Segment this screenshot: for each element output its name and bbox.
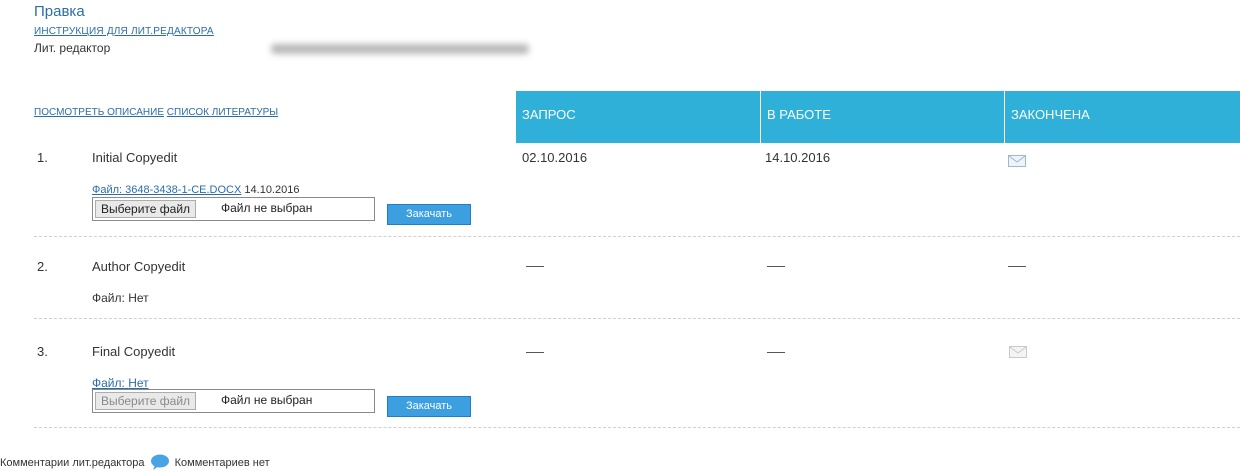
comments-value: Комментариев нет [174, 457, 270, 469]
row-divider [34, 318, 1240, 319]
file-link[interactable]: Файл: 3648-3438-1-CE.DOCX [92, 184, 241, 196]
file-picker[interactable]: Выберите файл Файл не выбран [92, 389, 375, 413]
editor-label: Лит. редактор [34, 41, 111, 55]
envelope-icon[interactable] [1009, 346, 1027, 358]
upload-button[interactable]: Закачать [387, 204, 471, 225]
comments-row: Комментарии лит.редактора Комментариев н… [0, 454, 270, 471]
in-progress-empty-dash [767, 352, 785, 353]
choose-file-button[interactable]: Выберите файл [95, 200, 197, 218]
file-none: Нет [128, 291, 149, 305]
file-link: Файл: Нет [92, 376, 149, 390]
row-number: 1. [37, 150, 48, 165]
upload-button[interactable]: Закачать [387, 396, 471, 417]
comment-bubble-icon[interactable] [150, 454, 170, 471]
row-divider [34, 236, 1240, 237]
editor-name-redacted [271, 42, 529, 55]
view-description-link[interactable]: ПОСМОТРЕТЬ ОПИСАНИЕ [34, 107, 164, 118]
row-title: Final Copyedit [92, 344, 176, 359]
column-header-request: ЗАПРОС [522, 107, 576, 122]
row-number: 2. [37, 259, 48, 274]
request-empty-dash [526, 352, 544, 353]
comments-label: Комментарии лит.редактора [0, 457, 145, 469]
envelope-icon[interactable] [1008, 155, 1026, 167]
row-title: Author Copyedit [92, 259, 186, 274]
section-title: Правка [34, 3, 85, 20]
description-links: ПОСМОТРЕТЬ ОПИСАНИЕ СПИСОК ЛИТЕРАТУРЫ [34, 107, 278, 118]
file-picker[interactable]: Выберите файл Файл не выбран [92, 197, 375, 221]
column-header-in-progress: В РАБОТЕ [760, 91, 1004, 143]
request-empty-dash [526, 266, 544, 267]
file-info: Файл: Нет [92, 376, 149, 390]
file-label: Файл: [92, 291, 125, 305]
references-link[interactable]: СПИСОК ЛИТЕРАТУРЫ [167, 107, 278, 118]
request-date: 02.10.2016 [522, 150, 588, 165]
completed-empty-dash [1008, 266, 1026, 267]
no-file-text: Файл не выбран [221, 393, 313, 407]
column-header-completed: ЗАКОНЧЕНА [1004, 91, 1240, 143]
table-header: ЗАПРОС В РАБОТЕ ЗАКОНЧЕНА [516, 91, 1240, 143]
file-date: 14.10.2016 [244, 184, 300, 196]
row-number: 3. [37, 344, 48, 359]
in-progress-empty-dash [767, 266, 785, 267]
instructions-link[interactable]: ИНСТРУКЦИЯ ДЛЯ ЛИТ.РЕДАКТОРА [34, 26, 214, 37]
in-progress-date: 14.10.2016 [765, 150, 831, 165]
row-divider [34, 427, 1240, 428]
no-file-text: Файл не выбран [221, 201, 313, 215]
choose-file-button[interactable]: Выберите файл [95, 392, 197, 410]
file-info: Файл: Нет [92, 291, 149, 305]
file-info: Файл: 3648-3438-1-CE.DOCX 14.10.2016 [92, 184, 299, 196]
row-title: Initial Copyedit [92, 150, 178, 165]
